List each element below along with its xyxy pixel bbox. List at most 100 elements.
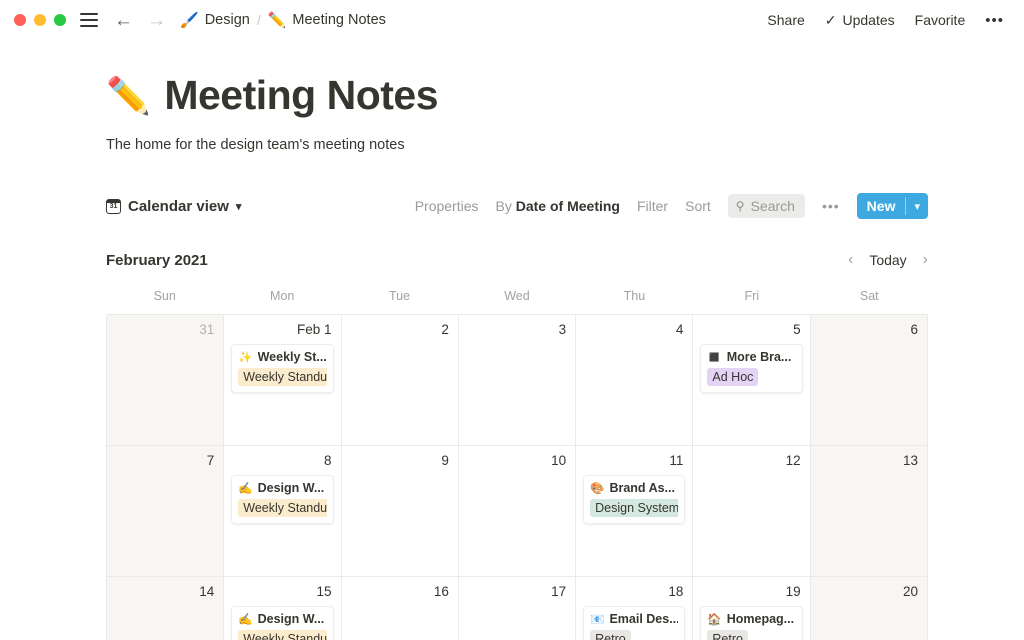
event-tag: Retro [590, 630, 631, 640]
day-name-sat: Sat [859, 289, 879, 303]
hamburger-icon[interactable] [80, 13, 98, 27]
window-controls [14, 14, 66, 26]
breadcrumb-label-design: Design [204, 12, 250, 28]
breadcrumb-label-meeting-notes: Meeting Notes [292, 12, 386, 28]
calendar-day-cell[interactable]: 14 [106, 577, 225, 640]
calendar-grid: 31 Feb 1 ✨ Weekly St... Weekly Standup 2 3 4 5 ◼️… [106, 314, 928, 640]
new-button-chevron-down-icon[interactable]: ▾ [906, 193, 928, 219]
calendar-day-cell[interactable]: 20 [810, 577, 928, 640]
day-name-sun: Sun [153, 289, 176, 303]
calendar-day-cell[interactable]: 10 [458, 446, 577, 576]
updates-button[interactable]: ✓ Updates [825, 12, 895, 29]
event-emoji-icon: 📧 [590, 614, 605, 626]
titlebar-actions: Share ✓ Updates Favorite ••• [767, 12, 1010, 29]
event-tag-row: Design Systems [590, 499, 679, 517]
calendar-day-cell[interactable]: 8 ✍️ Design W... Weekly Standup [224, 446, 342, 576]
share-button[interactable]: Share [767, 12, 804, 28]
day-number: 2 [441, 322, 449, 337]
calendar-day-cell[interactable]: 15 ✍️ Design W... Weekly Standup [224, 577, 342, 640]
calendar-day-cell[interactable]: 13 [810, 446, 928, 576]
breadcrumb-item-meeting-notes[interactable]: ✏️ Meeting Notes [268, 11, 386, 29]
favorite-button[interactable]: Favorite [915, 12, 966, 28]
calendar-day-cell[interactable]: 19 🏠 Homepag... Retro [693, 577, 811, 640]
calendar-day-cell[interactable]: 31 [106, 315, 225, 445]
minimize-window-button[interactable] [34, 14, 46, 26]
calendar-event-card[interactable]: ✨ Weekly St... Weekly Standup [231, 344, 334, 393]
view-more-icon[interactable]: ••• [822, 198, 840, 214]
calendar-day-cell[interactable]: 3 [458, 315, 577, 445]
event-title-text: Brand As... [609, 481, 675, 495]
event-tag-row: Ad Hoc [707, 368, 795, 386]
sort-button[interactable]: Sort [685, 198, 711, 214]
page-icon-pencil-icon[interactable]: ✏️ [106, 75, 151, 117]
day-name-thu: Thu [623, 289, 646, 303]
event-title: ◼️ More Bra... [707, 350, 795, 364]
prev-month-icon[interactable]: ‹ [848, 251, 853, 269]
calendar-icon: 31 [106, 198, 121, 214]
breadcrumb-item-design[interactable]: 🖌️ Design [180, 11, 250, 29]
calendar-event-card[interactable]: 📧 Email Des... Retro [583, 606, 686, 640]
day-number: 20 [902, 584, 918, 599]
chevron-down-icon[interactable]: ▾ [236, 200, 242, 213]
properties-button[interactable]: Properties [415, 198, 479, 214]
updates-label: Updates [842, 12, 895, 28]
calendar-day-cell[interactable]: 11 🎨 Brand As... Design Systems [576, 446, 694, 576]
day-number: 6 [910, 322, 918, 337]
day-number: 5 [793, 322, 801, 337]
group-by-button[interactable]: By Date of Meeting [496, 198, 620, 214]
more-options-icon[interactable]: ••• [985, 12, 1004, 29]
event-tag: Weekly Standup [238, 499, 327, 517]
today-button[interactable]: Today [869, 252, 906, 268]
group-by-value: Date of Meeting [515, 198, 620, 214]
event-emoji-icon: 🏠 [707, 614, 722, 626]
calendar-week-row: 31 Feb 1 ✨ Weekly St... Weekly Standup 2 3 4 5 ◼️… [106, 315, 928, 446]
calendar-event-card[interactable]: ✍️ Design W... Weekly Standup [231, 606, 334, 640]
window-titlebar: ← → 🖌️ Design / ✏️ Meeting Notes Share ✓… [0, 0, 1024, 40]
calendar-day-cell[interactable]: 5 ◼️ More Bra... Ad Hoc [693, 315, 811, 445]
day-number: 18 [668, 584, 684, 599]
day-name-tue: Tue [389, 289, 411, 303]
calendar-day-cell[interactable]: 7 [106, 446, 225, 576]
calendar-day-cell[interactable]: 9 [341, 446, 459, 576]
event-title: 🏠 Homepag... [707, 612, 795, 626]
calendar-day-cell[interactable]: 4 [576, 315, 694, 445]
calendar-event-card[interactable]: 🏠 Homepag... Retro [700, 606, 803, 640]
next-month-icon[interactable]: › [923, 251, 928, 269]
event-title-text: Email Des... [609, 612, 679, 626]
calendar-day-cell[interactable]: 12 [693, 446, 811, 576]
day-number: 8 [324, 453, 332, 468]
day-number: 10 [551, 453, 567, 468]
maximize-window-button[interactable] [54, 14, 66, 26]
event-emoji-icon: ✨ [238, 352, 253, 364]
event-tag-row: Weekly Standup [238, 630, 327, 640]
calendar-day-cell[interactable]: 18 📧 Email Des... Retro [576, 577, 694, 640]
calendar-day-cell[interactable]: 6 [810, 315, 928, 445]
event-tag-row: Weekly Standup [238, 499, 327, 517]
calendar-header: February 2021 ‹ Today › [106, 247, 928, 273]
calendar-day-cell[interactable]: 16 [341, 577, 459, 640]
event-title: ✨ Weekly St... [238, 350, 326, 364]
calendar-day-cell[interactable]: 2 [341, 315, 459, 445]
nav-arrows: ← → [114, 11, 166, 30]
event-tag-row: Retro [707, 630, 795, 640]
tab-calendar-view[interactable]: 31 Calendar view ▾ [106, 198, 241, 215]
calendar-event-card[interactable]: ✍️ Design W... Weekly Standup [231, 475, 334, 524]
calendar-event-card[interactable]: ◼️ More Bra... Ad Hoc [700, 344, 803, 393]
forward-arrow-icon[interactable]: → [147, 11, 166, 30]
event-tag-row: Retro [590, 630, 678, 640]
day-name-wed: Wed [504, 289, 530, 303]
event-tag: Design Systems [590, 499, 679, 517]
new-button[interactable]: New ▾ [856, 193, 928, 219]
pencil-icon: ✏️ [267, 12, 287, 29]
search-input[interactable]: ⚲ Search [727, 194, 805, 218]
calendar-day-cell[interactable]: Feb 1 ✨ Weekly St... Weekly Standup [224, 315, 342, 445]
calendar-event-card[interactable]: 🎨 Brand As... Design Systems [583, 475, 686, 524]
calendar-month-label: February 2021 [106, 251, 208, 269]
filter-button[interactable]: Filter [637, 198, 668, 214]
back-arrow-icon[interactable]: ← [114, 11, 133, 30]
calendar-day-cell[interactable]: 17 [458, 577, 577, 640]
close-window-button[interactable] [14, 14, 26, 26]
event-tag: Retro [707, 630, 748, 640]
check-icon: ✓ [824, 11, 837, 28]
breadcrumb: 🖌️ Design / ✏️ Meeting Notes [180, 11, 386, 29]
